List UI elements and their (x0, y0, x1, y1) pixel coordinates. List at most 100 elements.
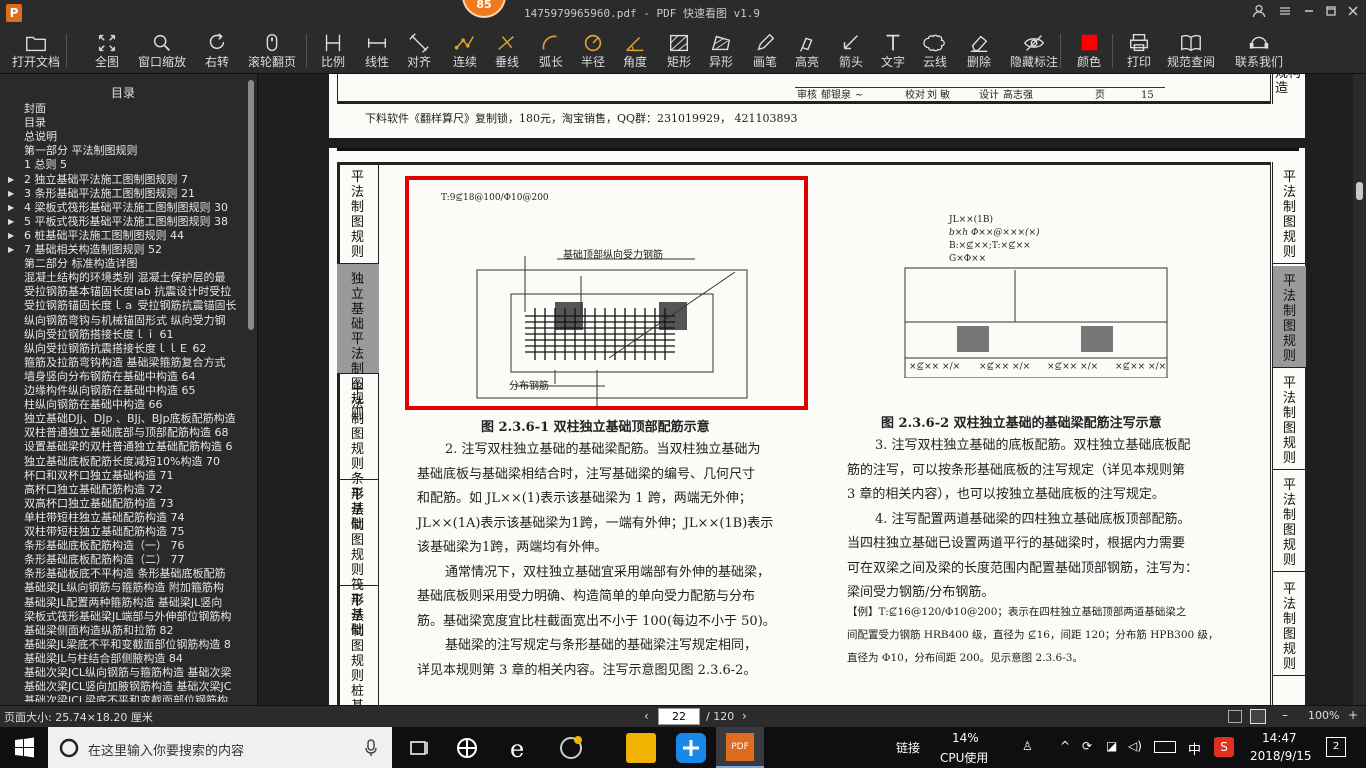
tool-rotate-right[interactable]: 右转 (200, 28, 234, 72)
chrome-like-icon[interactable] (556, 733, 586, 763)
expand-arrow-icon[interactable]: ▶ (8, 187, 14, 201)
ie-browser-icon[interactable]: e (504, 733, 534, 763)
next-page-button[interactable]: › (742, 709, 747, 723)
clock-date[interactable]: 2018/9/15 (1250, 749, 1312, 763)
plus-app-icon[interactable] (676, 733, 706, 763)
pinwheel-app-icon[interactable] (452, 733, 482, 763)
expand-arrow-icon[interactable]: ▶ (8, 243, 14, 257)
toc-item[interactable]: 独立基础DJj、DJp 、BJj、BJp底板配筋构造 (0, 412, 246, 426)
left-tab[interactable]: 平法制图规则 (337, 162, 379, 264)
toc-item[interactable]: 单柱带短柱独立基础配筋构造 74 (0, 511, 246, 525)
tool-mouse-wheel[interactable]: 滚轮翻页 (248, 28, 296, 72)
tool-arc-length[interactable]: 弧长 (534, 28, 568, 72)
toc-item[interactable]: 箍筋及拉筋弯钩构造 基础梁箍筋复合方式 (0, 356, 246, 370)
toc-item[interactable]: 基础次梁JCL纵向钢筋与箍筋构造 基础次梁 (0, 666, 246, 680)
prev-page-button[interactable]: ‹ (644, 709, 649, 723)
network-icon[interactable]: ◪ (1106, 739, 1117, 753)
toc-item[interactable]: 第二部分 标准构造详图 (0, 257, 246, 271)
toc-item[interactable]: 基础梁侧面构造纵筋和拉筋 82 (0, 624, 246, 638)
right-tab[interactable]: 平法制图规则 (1273, 266, 1306, 368)
toc-item[interactable]: 基础梁JL配置两种箍筋构造 基础梁JL竖向 (0, 596, 246, 610)
menu-icon[interactable] (1276, 4, 1294, 22)
left-tab[interactable]: 独立基础平法制图规则 (337, 264, 379, 422)
right-tab[interactable]: 平法制图规则 (1273, 574, 1306, 676)
expand-arrow-icon[interactable]: ▶ (8, 201, 14, 215)
right-tab[interactable]: 平法制图规则 (1273, 470, 1306, 572)
toc-item[interactable]: ▶ 5 平板式筏形基础平法施工图制图规则 38 (0, 215, 246, 229)
tool-book[interactable]: 规范查阅 (1166, 28, 1216, 72)
toc-item[interactable]: 混凝土结构的环境类别 混凝土保护层的最 (0, 271, 246, 285)
toc-item[interactable]: 设置基础梁的双柱普通独立基础配筋构造 6 (0, 440, 246, 454)
toc-item[interactable]: 高杯口独立基础配筋构造 72 (0, 483, 246, 497)
right-tab[interactable]: 平法制图规则 (1273, 162, 1306, 264)
tool-polygon-area[interactable]: 异形 (706, 28, 736, 72)
toc-item[interactable]: 条形基础底板配筋构造（一） 76 (0, 539, 246, 553)
toc-item[interactable]: 墙身竖向分布钢筋在基础中构造 64 (0, 370, 246, 384)
tool-printer[interactable]: 打印 (1124, 28, 1154, 72)
toc-item[interactable]: 目录 (0, 116, 246, 130)
tool-rectangle-area[interactable]: 矩形 (664, 28, 694, 72)
left-tab[interactable]: 平法制图规则桩基础 (337, 586, 379, 705)
toc-item[interactable]: 条形基础板底不平构造 条形基础底板配筋 (0, 567, 246, 581)
tool-fit-page[interactable]: 全图 (90, 28, 124, 72)
toc-item[interactable]: 1 总则 5 (0, 158, 246, 172)
toc-item[interactable]: ▶ 6 桩基础平法施工图制图规则 44 (0, 229, 246, 243)
toc-item[interactable]: 第一部分 平法制图规则 (0, 144, 246, 158)
continuous-view-icon[interactable] (1228, 710, 1242, 723)
expand-arrow-icon[interactable]: ▶ (8, 215, 14, 229)
maximize-button[interactable] (1322, 4, 1340, 22)
toc-item[interactable]: 纵向受拉钢筋抗震搭接长度ｌｌＥ 62 (0, 342, 246, 356)
sogou-ime-icon[interactable]: S (1214, 737, 1234, 757)
sync-icon[interactable]: ⟳ (1082, 739, 1092, 753)
close-button[interactable] (1344, 4, 1362, 22)
document-scroll-thumb[interactable] (1356, 182, 1363, 200)
tool-folder[interactable]: 打开文档 (12, 28, 60, 72)
toc-item[interactable]: 受拉钢筋基本锚固长度lab 抗震设计时受拉 (0, 285, 246, 299)
toc-item[interactable]: 柱纵向钢筋在基础中构造 66 (0, 398, 246, 412)
toc-item[interactable]: 双柱带短柱独立基础配筋构造 75 (0, 525, 246, 539)
page-number-input[interactable]: 22 (658, 708, 700, 725)
tool-arrow[interactable]: 箭头 (836, 28, 866, 72)
notes-app-icon[interactable] (626, 733, 656, 763)
toc-item[interactable]: 总说明 (0, 130, 246, 144)
zoom-in-button[interactable]: + (1348, 708, 1358, 722)
toc-item[interactable]: 基础梁JL纵向钢筋与箍筋构造 附加箍筋构 (0, 581, 246, 595)
toc-item[interactable]: 杯口和双杯口独立基础构造 71 (0, 469, 246, 483)
toc-item[interactable]: 封面 (0, 102, 246, 116)
expand-arrow-icon[interactable]: ▶ (8, 229, 14, 243)
tool-perpendicular[interactable]: 垂线 (492, 28, 522, 72)
tool-highlighter[interactable]: 高亮 (792, 28, 822, 72)
document-view[interactable]: 审核 郁银泉 ~ 校对 刘 敏 设计 高志强 页 15 下料软件《翻样算尺》复制… (259, 74, 1366, 705)
tool-color-swatch[interactable]: 颜色 (1074, 28, 1104, 72)
tool-linear-measure[interactable]: 线性 (360, 28, 394, 72)
microphone-icon[interactable] (364, 739, 378, 757)
toc-item[interactable]: 双柱普通独立基础底部与顶部配筋构造 68 (0, 426, 246, 440)
toc-item[interactable]: 双高杯口独立基础配筋构造 73 (0, 497, 246, 511)
tool-cloud-line[interactable]: 云线 (920, 28, 950, 72)
people-icon[interactable]: ♙ (1022, 739, 1033, 753)
document-scrollbar[interactable] (1353, 74, 1366, 705)
start-button[interactable] (0, 727, 48, 768)
tool-zoom[interactable]: 窗口缩放 (138, 28, 186, 72)
clock-time[interactable]: 14:47 (1262, 731, 1297, 745)
zoom-out-button[interactable]: – (1282, 708, 1288, 722)
chevron-up-icon[interactable]: ^ (1060, 739, 1070, 753)
toc-item[interactable]: 受拉钢筋锚固长度ｌａ 受拉钢筋抗震锚固长 (0, 299, 246, 313)
toc-item[interactable]: 纵向受拉钢筋搭接长度ｌｉ 61 (0, 328, 246, 342)
tool-pen[interactable]: 画笔 (750, 28, 780, 72)
notification-center-button[interactable]: 2 (1326, 737, 1346, 757)
toc-item[interactable]: 基础次梁JCL梁底不平和变截面部位钢筋构 (0, 694, 246, 702)
toc-item[interactable]: ▶ 7 基础相关构造制图规则 52 (0, 243, 246, 257)
left-tab[interactable]: 平法制图规则条形基础 (337, 374, 379, 532)
tool-radius[interactable]: 半径 (578, 28, 608, 72)
toc-item[interactable]: 边缘构件纵向钢筋在基础中构造 65 (0, 384, 246, 398)
keyboard-icon[interactable] (1154, 741, 1176, 753)
toc-item[interactable]: 基础梁JL梁底不平和变截面部位钢筋构造 8 (0, 638, 246, 652)
toc-item[interactable]: 独立基础底板配筋长度减短10%构造 70 (0, 455, 246, 469)
expand-arrow-icon[interactable]: ▶ (8, 173, 14, 187)
toc-scrollbar[interactable] (246, 78, 256, 702)
tool-hide-annotation[interactable]: 隐藏标注 (1008, 28, 1060, 72)
tool-contact[interactable]: 联系我们 (1234, 28, 1284, 72)
score-badge[interactable]: 85 (462, 0, 506, 18)
right-tab[interactable]: 平法制图规则 (1273, 368, 1306, 470)
